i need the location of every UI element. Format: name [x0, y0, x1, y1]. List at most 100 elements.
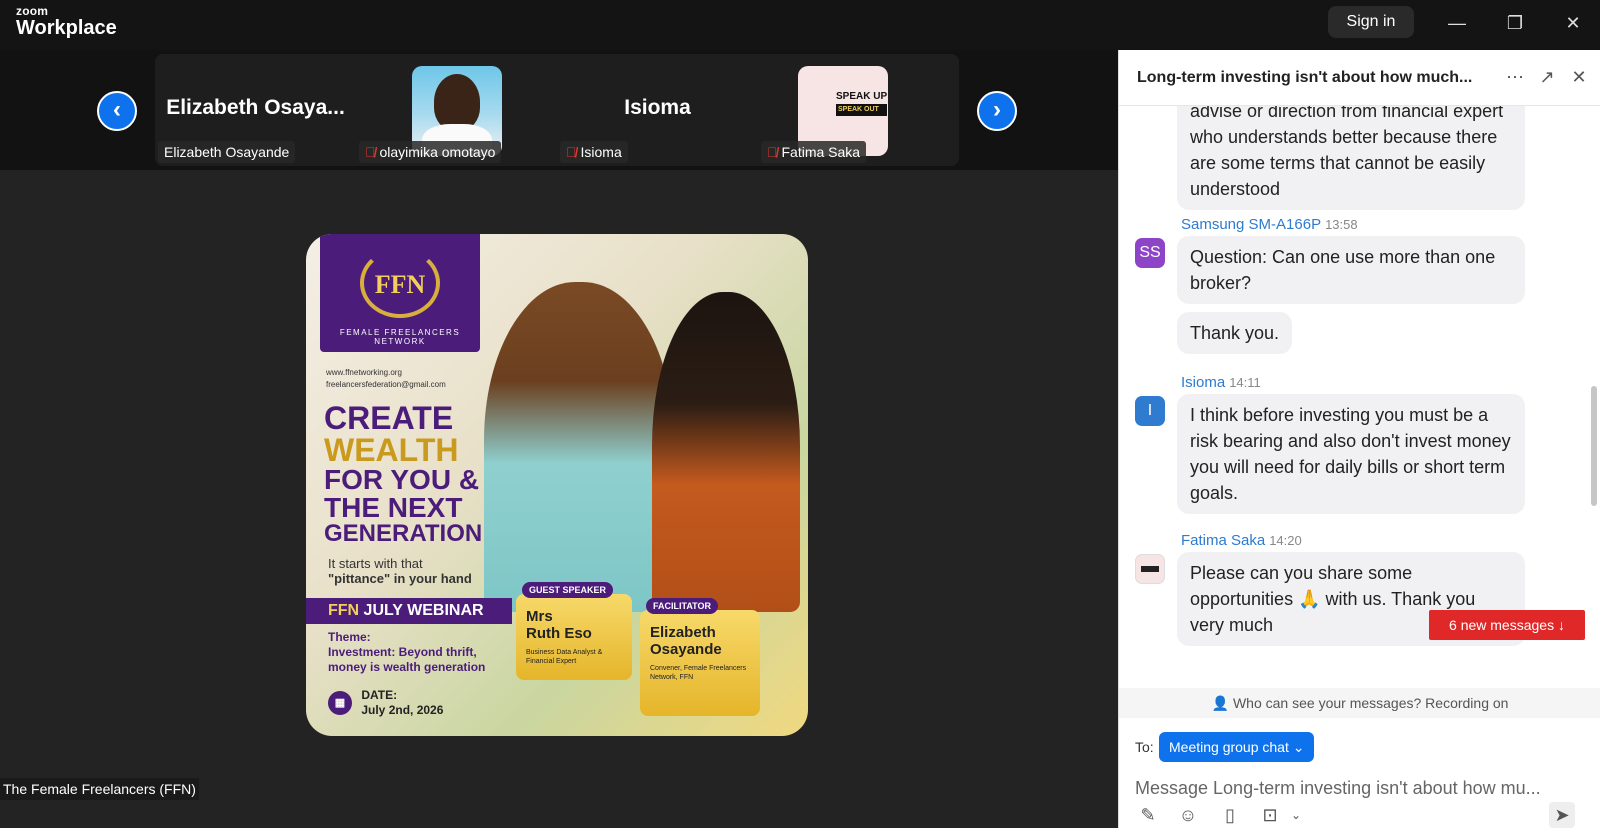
participant-big-name: Isioma [624, 96, 691, 119]
participant-tiles: Elizabeth Osaya... Elizabeth Osayande 🎙̸… [155, 54, 959, 166]
guest-speaker-tag: GUEST SPEAKER [522, 582, 614, 598]
headline-line-3: FOR YOU & [324, 464, 480, 495]
title-bar: zoom Workplace Sign in — ❐ ✕ [0, 0, 1600, 50]
close-icon[interactable]: ✕ [1558, 8, 1588, 38]
ffn-network-text: FEMALE FREELANCERS NETWORK [339, 328, 461, 346]
ffn-logo: FFN FEMALE FREELANCERS NETWORK [320, 234, 480, 352]
message-sender: Fatima Saka 14:20 [1181, 532, 1302, 549]
screenshot-icon[interactable]: ⊡ [1257, 802, 1283, 828]
sender-name: Isioma [1181, 374, 1226, 391]
tagline-line-2: "pittance" in your hand [328, 571, 472, 586]
message-input[interactable] [1135, 768, 1585, 808]
visibility-text: Who can see your messages? Recording on [1232, 695, 1509, 711]
guest-speaker-desc: Business Data Analyst & Financial Expert [526, 649, 603, 665]
headline-line-5: GENERATION [324, 520, 483, 547]
chevron-down-icon[interactable]: ⌄ [1283, 802, 1309, 828]
participant-tile[interactable]: Isioma 🎙̸ Isioma [557, 54, 758, 166]
more-options-icon[interactable]: ⋯ [1503, 65, 1527, 89]
chat-scrollbar[interactable] [1591, 386, 1597, 506]
restore-icon[interactable]: ❐ [1500, 8, 1530, 38]
sender-name: Fatima Saka [1181, 532, 1266, 549]
avatar: I [1135, 396, 1165, 426]
guest-speaker-card: GUEST SPEAKER Mrs Ruth Eso Business Data… [516, 582, 632, 680]
theme-label: Theme: [328, 630, 371, 644]
participant-tile[interactable]: 🎙̸ olayimika omotayo [356, 54, 557, 166]
message-sender: Samsung SM-A166P 13:58 [1181, 216, 1358, 233]
facilitator-card: FACILITATOR Elizabeth Osayande Convener,… [640, 598, 760, 716]
message-visibility-notice[interactable]: 👤 Who can see your messages? Recording on [1119, 688, 1600, 718]
participant-label-text: Elizabeth Osayande [164, 144, 290, 160]
participant-label: 🎙̸ Fatima Saka [761, 141, 867, 163]
close-chat-icon[interactable]: ✕ [1567, 65, 1591, 89]
new-messages-button[interactable]: 6 new messages ↓ [1429, 610, 1585, 640]
video-area: ‹ Elizabeth Osaya... Elizabeth Osayande … [0, 50, 1118, 828]
poster-email: freelancersfederation@gmail.com [326, 380, 446, 389]
facilitator-tag: FACILITATOR [646, 598, 718, 614]
poster-headline: CREATE WEALTH FOR YOU & THE NEXT GENERAT… [324, 402, 494, 546]
chat-panel: Long-term investing isn't about how much… [1118, 50, 1600, 828]
tagline-line-1: It starts with that [328, 556, 423, 571]
format-text-icon[interactable]: ✎ [1135, 802, 1161, 828]
minimize-icon[interactable]: — [1442, 8, 1472, 38]
poster-website: www.ffnetworking.org [326, 368, 402, 377]
theme-text: Investment: Beyond thrift, money is weal… [328, 645, 486, 674]
emoji-icon[interactable]: ☺ [1175, 802, 1201, 828]
pop-out-icon[interactable]: ↗ [1535, 65, 1559, 89]
send-icon[interactable]: ➤ [1549, 802, 1575, 828]
participant-label-text: Fatima Saka [781, 144, 861, 160]
participant-label: 🎙̸ Isioma [560, 141, 628, 163]
facilitator-desc: Convener, Female Freelancers Network, FF… [650, 665, 747, 681]
chat-message: advise or direction from financial exper… [1177, 106, 1525, 210]
chat-title: Long-term investing isn't about how much… [1137, 69, 1473, 86]
facilitator-name-2: Osayande [650, 641, 722, 658]
facilitator-name: Elizabeth Osayande [650, 624, 722, 658]
calendar-icon: ▦ [328, 691, 352, 715]
guest-speaker-photo [484, 282, 674, 612]
avatar [1135, 554, 1165, 584]
file-icon[interactable]: ▯ [1217, 802, 1243, 828]
mic-muted-icon: 🎙̸ [767, 144, 778, 160]
participant-strip: ‹ Elizabeth Osaya... Elizabeth Osayande … [0, 50, 1118, 170]
recipient-select[interactable]: Meeting group chat ⌄ [1159, 732, 1315, 762]
logo-brand-bottom: Workplace [16, 17, 117, 39]
speak-out-text: SPEAK OUT [836, 104, 888, 116]
headline-line-1: CREATE [324, 400, 454, 436]
message-sender: Isioma 14:11 [1181, 374, 1261, 391]
participant-tile[interactable]: Elizabeth Osaya... Elizabeth Osayande [155, 54, 356, 166]
guest-speaker-title: Mrs [526, 608, 553, 625]
prev-page-button[interactable]: ‹ [97, 91, 137, 131]
facilitator-name-1: Elizabeth [650, 624, 716, 641]
participant-tile[interactable]: SPEAK UP SPEAK OUT 🎙̸ Fatima Saka [758, 54, 959, 166]
headline-line-2: WEALTH [324, 432, 459, 468]
date-value: July 2nd, 2026 [361, 703, 444, 717]
message-time: 13:58 [1325, 217, 1358, 232]
to-label: To: [1135, 739, 1154, 755]
shared-poster: FFN FEMALE FREELANCERS NETWORK www.ffnet… [306, 234, 808, 736]
participant-label: 🎙̸ olayimika omotayo [359, 141, 502, 163]
speak-up-logo-mini [1141, 566, 1159, 572]
poster-date: ▦ DATE: July 2nd, 2026 [328, 688, 443, 718]
speak-up-text: SPEAK UP [836, 91, 888, 102]
message-list[interactable]: advise or direction from financial exper… [1119, 106, 1600, 688]
chat-message: Question: Can one use more than one brok… [1177, 236, 1525, 304]
presenter-name-label: The Female Freelancers (FFN) [0, 778, 199, 800]
sign-in-button[interactable]: Sign in [1328, 6, 1414, 38]
facilitator-photo [652, 292, 800, 612]
ffn-logo-text: FFN [374, 270, 426, 299]
participant-label: Elizabeth Osayande [158, 141, 296, 163]
person-silhouette [434, 74, 480, 130]
people-icon: 👤 [1211, 695, 1229, 711]
participant-label-text: Isioma [580, 144, 622, 160]
sender-name: Samsung SM-A166P [1181, 216, 1322, 233]
message-time: 14:20 [1269, 533, 1302, 548]
guest-speaker-fullname: Ruth Eso [526, 625, 592, 642]
mic-muted-icon: 🎙̸ [365, 144, 376, 160]
headline-line-4: THE NEXT [324, 492, 463, 523]
poster-theme: Theme: Investment: Beyond thrift, money … [328, 630, 518, 675]
webinar-ffn: FFN [328, 602, 364, 619]
participant-label-text: olayimika omotayo [379, 144, 496, 160]
mic-muted-icon: 🎙̸ [566, 144, 577, 160]
next-page-button[interactable]: › [977, 91, 1017, 131]
zoom-logo: zoom Workplace [16, 5, 117, 38]
chat-message: Thank you. [1177, 312, 1293, 354]
